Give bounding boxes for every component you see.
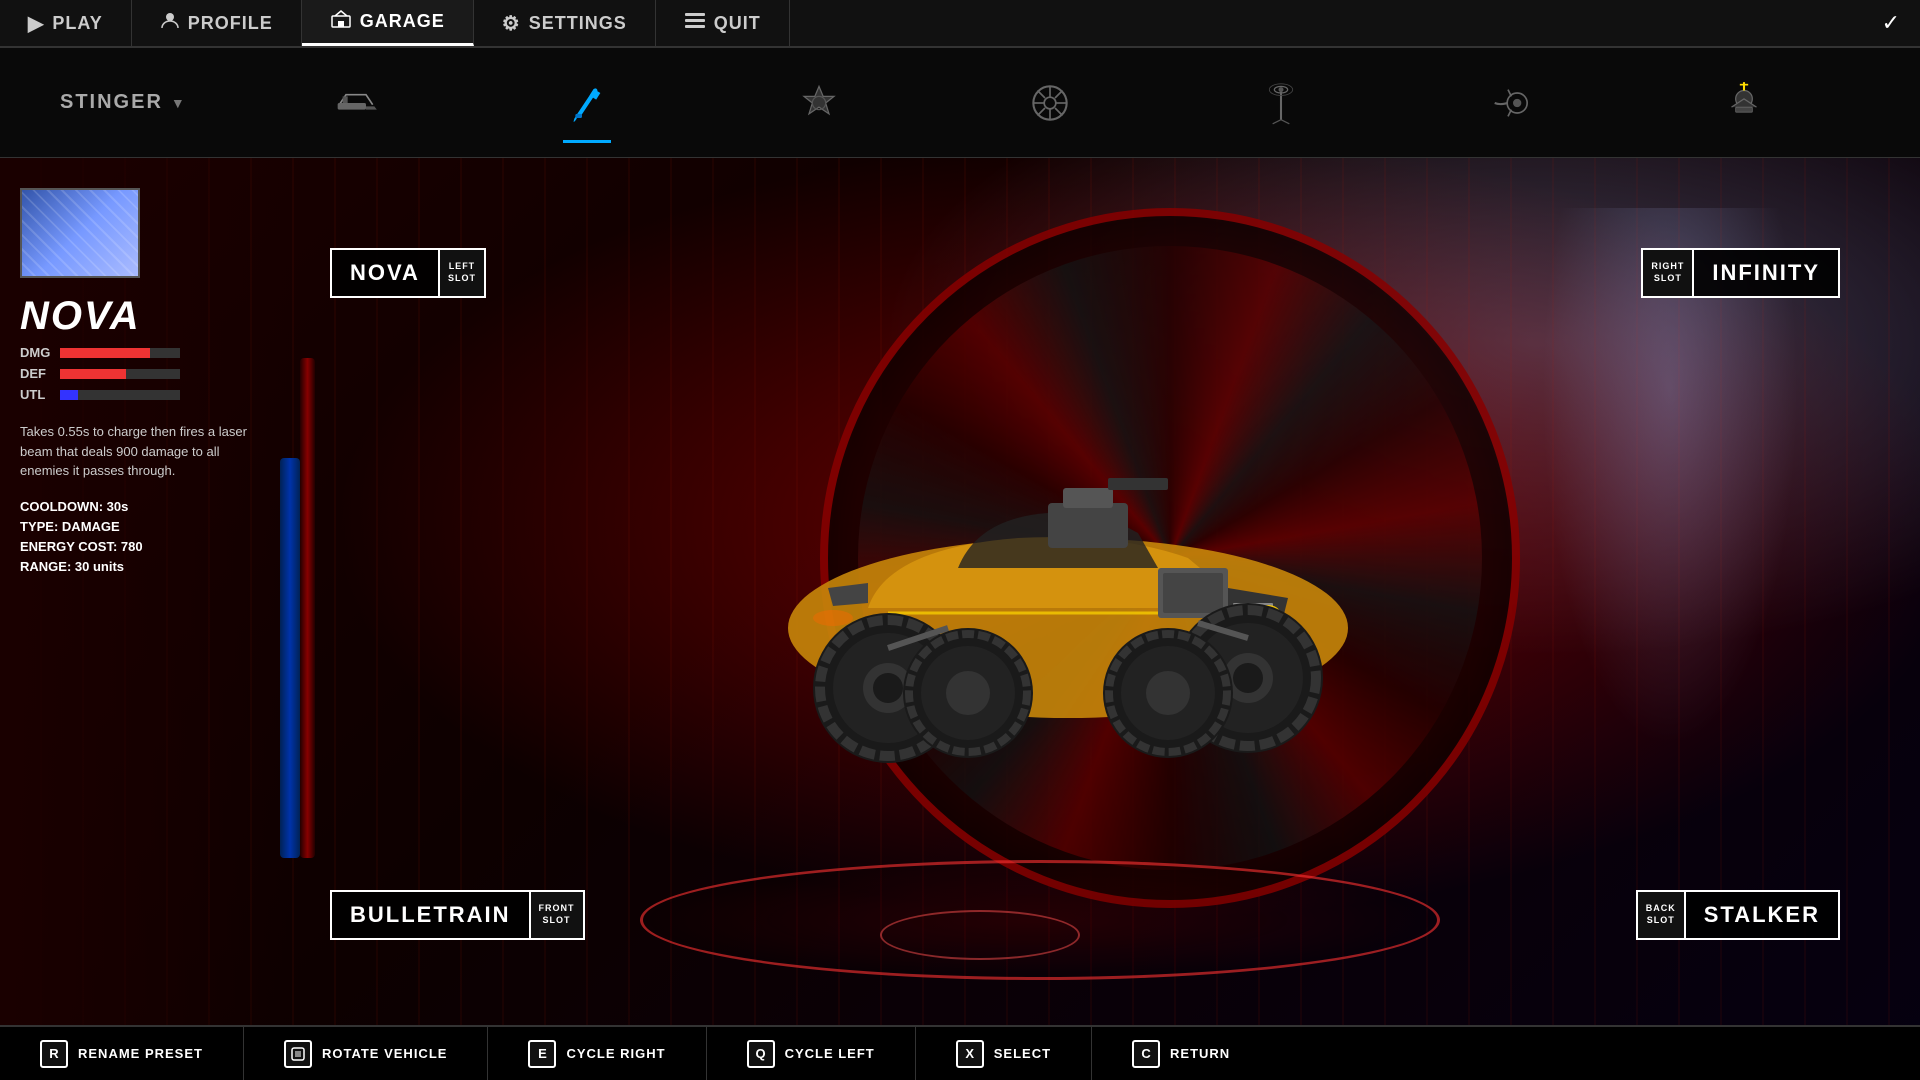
car-svg [668,348,1468,848]
nav-quit[interactable]: QUIT [656,0,790,46]
toolbar: STINGER ▼ [0,48,1920,158]
bottom-bar: R RENAME PRESET ROTATE VEHICLE E CYCLE R… [0,1025,1920,1080]
toolbar-wheel[interactable] [1010,63,1090,143]
slot-right-tag: RIGHT SLOT [1643,250,1694,296]
nav-garage[interactable]: GARAGE [302,0,474,46]
slot-right-infinity[interactable]: RIGHT SLOT INFINITY [1641,248,1840,298]
action-select[interactable]: X SELECT [916,1027,1092,1080]
toolbar-paint[interactable] [547,63,627,143]
slot-left-nova[interactable]: NOVA LEFT SLOT [330,248,486,298]
nav-settings[interactable]: ⚙ SETTINGS [474,0,656,46]
weapon-type: TYPE: DAMAGE [20,519,290,534]
toolbar-gun[interactable] [316,63,396,143]
stat-def-label: DEF [20,366,50,381]
key-e: E [528,1040,556,1068]
nav-settings-label: SETTINGS [529,13,627,34]
toolbar-boost[interactable] [1473,63,1553,143]
toolbar-topper[interactable] [1704,63,1784,143]
stat-dmg-row: DMG [20,345,290,360]
slot-left-nova-weapon: NOVA [332,250,438,296]
nav-profile-label: PROFILE [188,13,273,34]
preset-dropdown-arrow: ▼ [171,95,187,111]
car-area [618,258,1518,938]
weapon-description: Takes 0.55s to charge then fires a laser… [20,422,260,481]
toolbar-emblem[interactable] [779,63,859,143]
main-area: NOVA DMG DEF UTL Takes 0.55s to charge t… [0,158,1920,1080]
weapon-energy: ENERGY COST: 780 [20,539,290,554]
stat-utl-label: UTL [20,387,50,402]
stat-utl-bar [60,390,180,400]
slot-back-stalker[interactable]: BACK SLOT STALKER [1636,890,1840,940]
weapon-preview [20,188,140,278]
key-x: X [956,1040,984,1068]
nav-play-label: PLAY [52,13,102,34]
action-return[interactable]: C RETURN [1092,1027,1270,1080]
slot-left-nova-tag: LEFT SLOT [438,250,484,296]
action-rotate-vehicle[interactable]: ROTATE VEHICLE [244,1027,488,1080]
action-cycle-right[interactable]: E CYCLE RIGHT [488,1027,706,1080]
stat-dmg-bar [60,348,180,358]
pipe-red [300,358,315,858]
key-r: R [40,1040,68,1068]
rotate-vehicle-label: ROTATE VEHICLE [322,1046,447,1061]
play-icon: ▶ [28,11,44,36]
stat-dmg-fill [60,348,150,358]
stat-utl-fill [60,390,78,400]
slot-front-tag: FRONT SLOT [529,892,583,938]
return-label: RETURN [1170,1046,1230,1061]
action-rename-preset[interactable]: R RENAME PRESET [0,1027,244,1080]
toolbar-antenna[interactable] [1241,63,1321,143]
nav-checkmark: ✓ [1882,0,1920,46]
stat-dmg-label: DMG [20,345,50,360]
settings-icon: ⚙ [502,11,521,36]
cycle-left-label: CYCLE LEFT [785,1046,875,1061]
stat-utl-row: UTL [20,387,290,402]
weapon-name: NOVA [20,294,290,339]
preset-selector[interactable]: STINGER ▼ [60,91,240,114]
weapon-range: RANGE: 30 units [20,559,290,574]
profile-icon [160,10,180,36]
action-cycle-left[interactable]: Q CYCLE LEFT [707,1027,916,1080]
weapon-stats: COOLDOWN: 30s TYPE: DAMAGE ENERGY COST: … [20,499,290,574]
key-c: C [1132,1040,1160,1068]
slot-front-bulletrain-weapon: BULLETRAIN [332,892,529,938]
slot-back-stalker-weapon: STALKER [1686,892,1838,938]
nav-profile[interactable]: PROFILE [132,0,302,46]
weapon-cooldown: COOLDOWN: 30s [20,499,290,514]
rename-preset-label: RENAME PRESET [78,1046,203,1061]
slot-front-bulletrain[interactable]: BULLETRAIN FRONT SLOT [330,890,585,940]
nav-garage-label: GARAGE [360,11,445,32]
nav-quit-label: QUIT [714,13,761,34]
cycle-right-label: CYCLE RIGHT [566,1046,665,1061]
stat-def-fill [60,369,126,379]
stat-def-bar [60,369,180,379]
toolbar-icons [240,63,1860,143]
top-nav: ▶ PLAY PROFILE GARAGE ⚙ SETTINGS QUIT ✓ [0,0,1920,48]
left-panel: NOVA DMG DEF UTL Takes 0.55s to charge t… [20,188,290,574]
stat-def-row: DEF [20,366,290,381]
preset-name: STINGER [60,91,163,114]
quit-icon [684,12,706,35]
key-q: Q [747,1040,775,1068]
select-label: SELECT [994,1046,1051,1061]
nav-play[interactable]: ▶ PLAY [0,0,132,46]
slot-back-tag: BACK SLOT [1638,892,1686,938]
garage-icon [330,8,352,36]
slot-right-infinity-weapon: INFINITY [1694,250,1838,296]
key-square [284,1040,312,1068]
